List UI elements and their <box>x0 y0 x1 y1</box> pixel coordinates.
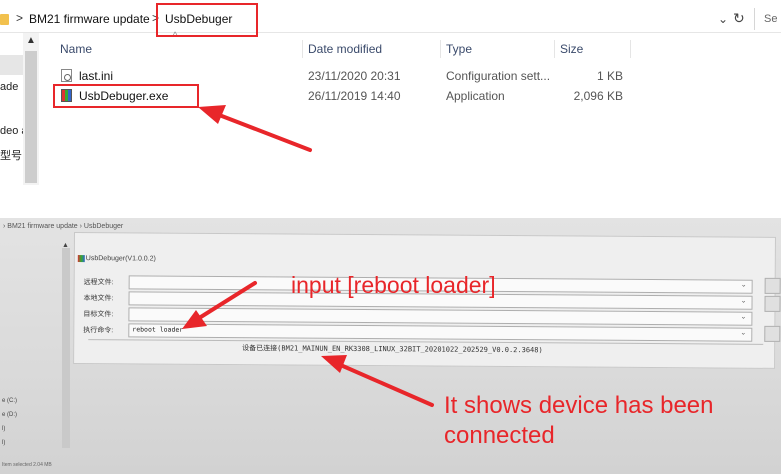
arrow-to-status <box>321 355 434 407</box>
arrow-to-command <box>182 281 257 329</box>
annotation-arrows <box>182 105 434 407</box>
arrow-to-exe <box>198 105 312 152</box>
